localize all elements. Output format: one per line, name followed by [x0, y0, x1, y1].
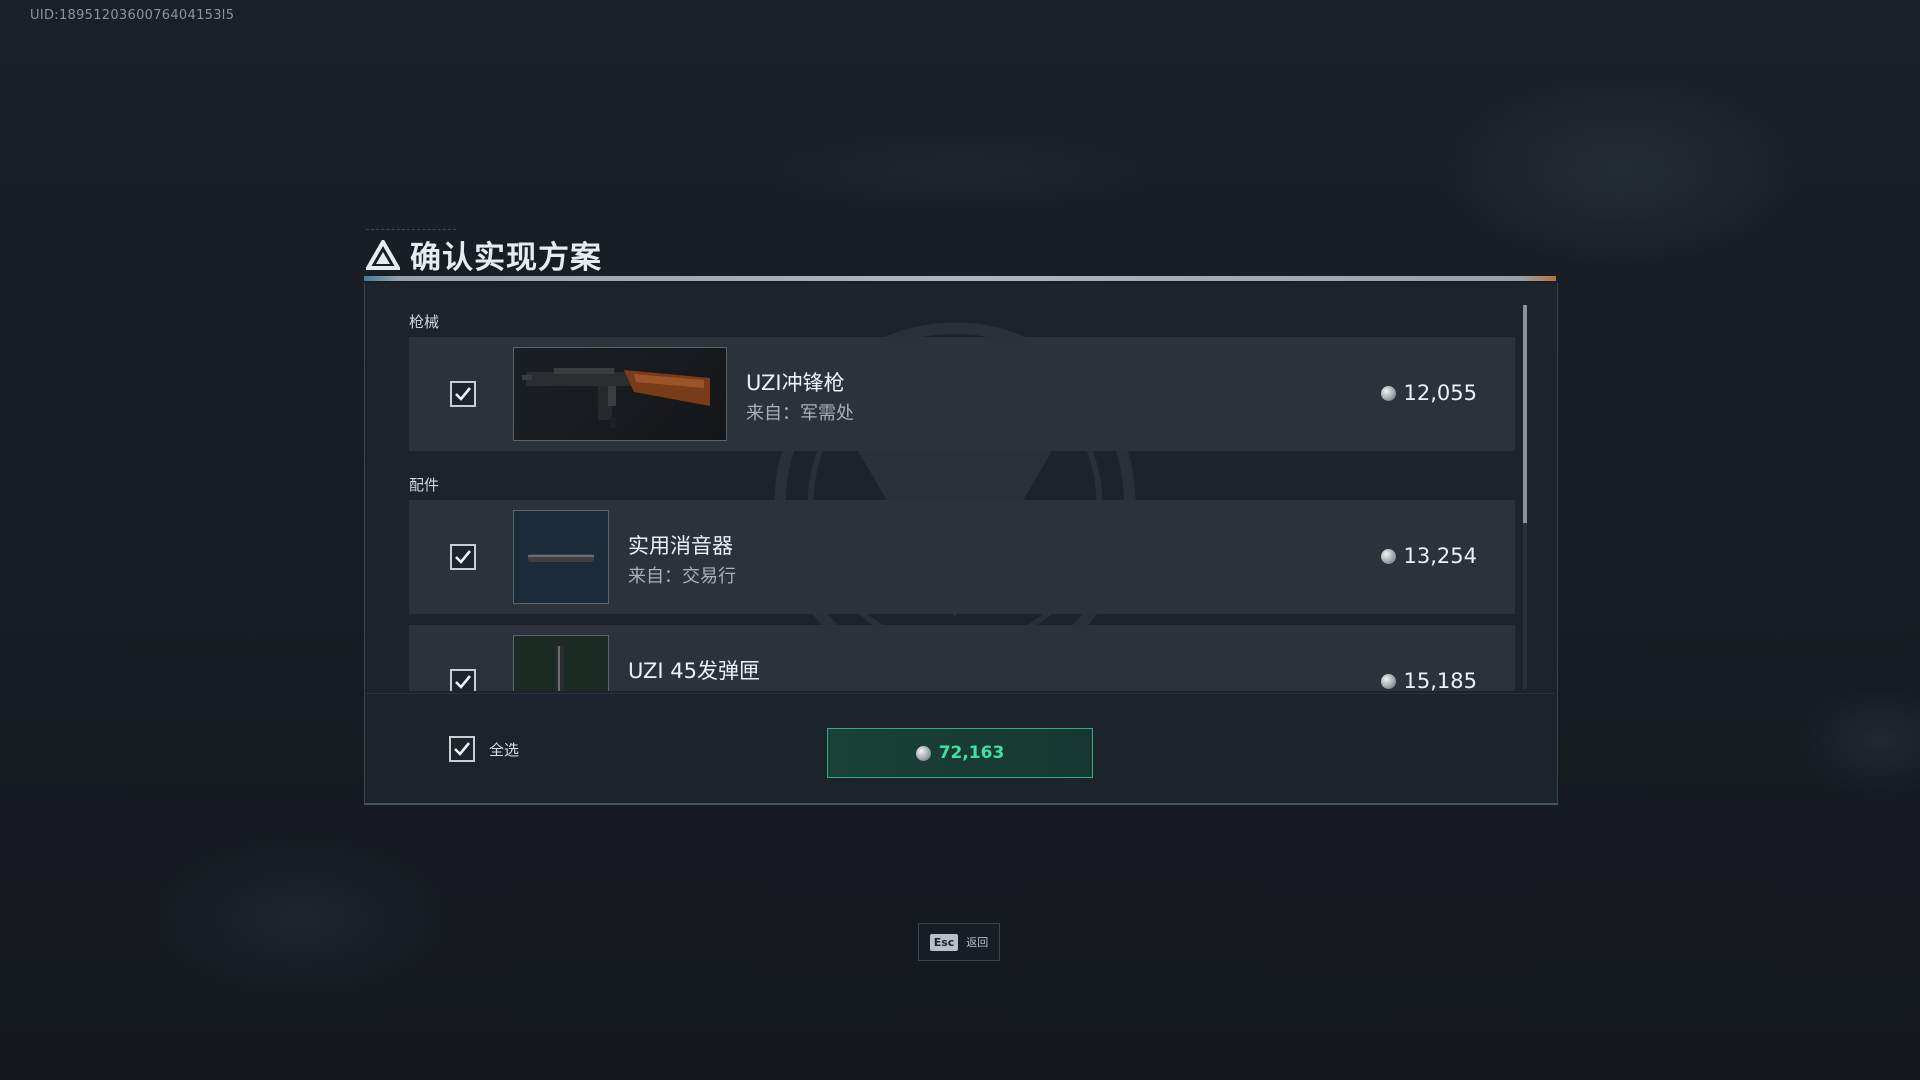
coin-icon: [1380, 673, 1396, 689]
total-price: 72,163: [938, 743, 1005, 763]
uzi-weapon-image: [513, 347, 727, 441]
coin-icon: [1380, 385, 1396, 401]
coin-icon: [1380, 548, 1396, 564]
check-icon: [455, 387, 472, 401]
suppressor-image: [513, 510, 609, 604]
list-item[interactable]: UZI冲锋枪 来自：军需处 12,055: [409, 337, 1515, 451]
item-name: UZI 45发弹匣: [628, 659, 760, 683]
dialog-header: 确认实现方案: [366, 232, 602, 277]
check-icon: [454, 742, 471, 756]
item-checkbox[interactable]: [450, 381, 476, 407]
select-all[interactable]: 全选: [449, 736, 519, 762]
footer-separator: [365, 693, 1555, 694]
select-all-checkbox[interactable]: [449, 736, 475, 762]
magazine-image: [513, 635, 609, 691]
item-price: 15,185: [1380, 669, 1477, 691]
item-name: UZI冲锋枪: [746, 371, 845, 395]
uid-label: UID:1895120360076404153l5: [30, 8, 235, 23]
item-price-value: 12,055: [1403, 381, 1477, 405]
item-source: 来自：军需处: [746, 403, 854, 424]
header-divider: [364, 276, 1556, 281]
scrollbar-thumb[interactable]: [1523, 305, 1527, 523]
item-price-value: 15,185: [1403, 669, 1477, 691]
item-price: 12,055: [1380, 381, 1477, 405]
back-button[interactable]: Esc 返回: [918, 923, 1000, 961]
item-name: 实用消音器: [628, 534, 733, 558]
list-item[interactable]: UZI 45发弹匣 15,185: [409, 625, 1515, 691]
item-source: 来自：交易行: [628, 566, 736, 587]
item-price: 13,254: [1380, 544, 1477, 568]
item-checkbox[interactable]: [450, 669, 476, 691]
esc-key-icon: Esc: [929, 933, 959, 951]
coin-icon: [915, 745, 931, 761]
section-label-weapons: 枪械: [409, 313, 440, 331]
back-label: 返回: [966, 936, 989, 949]
item-checkbox[interactable]: [450, 544, 476, 570]
warning-triangle-icon: [366, 239, 400, 270]
item-price-value: 13,254: [1403, 544, 1477, 568]
section-label-attachments: 配件: [409, 476, 440, 494]
item-list[interactable]: 枪械 UZI冲锋枪 来自：军需处 12,055 配件 实用消音器 来自：交易行 …: [409, 309, 1517, 691]
check-icon: [455, 675, 472, 689]
check-icon: [455, 550, 472, 564]
select-all-label: 全选: [489, 740, 520, 759]
list-item[interactable]: 实用消音器 来自：交易行 13,254: [409, 500, 1515, 614]
dialog-title: 确认实现方案: [410, 240, 602, 276]
confirm-panel: 枪械 UZI冲锋枪 来自：军需处 12,055 配件 实用消音器 来自：交易行 …: [364, 283, 1558, 805]
confirm-purchase-button[interactable]: 72,163: [827, 728, 1093, 778]
